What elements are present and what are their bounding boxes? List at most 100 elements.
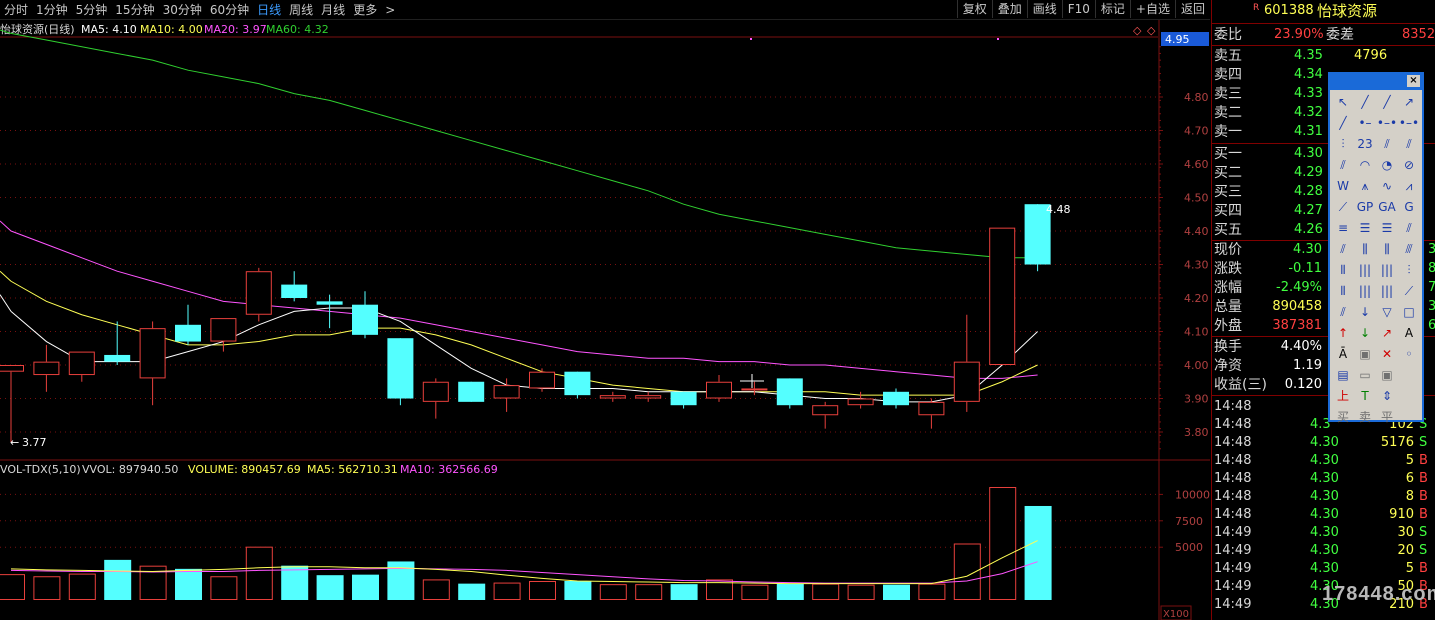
kline-chart[interactable]: 怡球资源(日线) MA5: 4.10 MA10: 4.00 MA20: 3.97… [0, 20, 1210, 620]
draw-tool-icon[interactable]: 买 [1332, 407, 1354, 428]
toolbox-titlebar[interactable]: × [1330, 74, 1422, 90]
draw-tool-icon[interactable]: ↑ [1332, 323, 1354, 344]
draw-tool-icon[interactable]: 上 [1332, 386, 1354, 407]
draw-tool-icon[interactable]: ⫴ [1332, 260, 1354, 281]
volume-bar-down [670, 584, 698, 600]
period-tab[interactable]: 日线 [253, 2, 285, 18]
draw-tool-icon[interactable]: ⫽ [1398, 218, 1420, 239]
draw-tool-icon[interactable]: ⫼ [1354, 239, 1376, 260]
draw-tool-icon[interactable]: ⫶ [1398, 260, 1420, 281]
period-tab[interactable]: 分时 [0, 2, 32, 18]
draw-tool-icon[interactable]: ⊘ [1398, 155, 1420, 176]
draw-tool-icon[interactable]: ||| [1376, 281, 1398, 302]
period-tab[interactable]: 60分钟 [206, 2, 253, 18]
draw-tool-icon[interactable]: ⫼ [1376, 239, 1398, 260]
draw-tool-icon[interactable]: ∿ [1376, 176, 1398, 197]
period-tab[interactable]: 30分钟 [159, 2, 206, 18]
draw-tool-icon[interactable]: ⫽ [1332, 239, 1354, 260]
draw-tool-icon[interactable]: A [1398, 323, 1420, 344]
draw-tool-icon[interactable]: ≡ [1332, 218, 1354, 239]
period-tab[interactable]: 15分钟 [111, 2, 158, 18]
draw-tool-icon[interactable]: ⟋ [1332, 197, 1354, 218]
draw-tool-icon[interactable]: •–• [1398, 113, 1420, 134]
draw-tool-icon[interactable]: ◠ [1354, 155, 1376, 176]
draw-tool-icon[interactable]: ⇕ [1376, 386, 1398, 407]
draw-tool-icon[interactable]: Ā [1332, 344, 1354, 365]
draw-tool-icon[interactable]: ▤ [1332, 365, 1354, 386]
draw-tool-icon[interactable]: GA [1376, 197, 1398, 218]
period-tab[interactable]: 1分钟 [32, 2, 72, 18]
tool-button[interactable]: +自选 [1129, 0, 1175, 18]
draw-tool-icon[interactable]: ⫻ [1398, 239, 1420, 260]
draw-tool-icon[interactable]: □ [1398, 302, 1420, 323]
tick-time: 14:48 [1214, 435, 1252, 450]
period-tab[interactable]: 月线 [317, 2, 349, 18]
draw-tool-icon[interactable]: GP [1354, 197, 1376, 218]
tool-button[interactable]: F10 [1061, 0, 1095, 18]
tool-button[interactable]: 叠加 [991, 0, 1027, 18]
candle-up [741, 388, 768, 391]
candle-up [953, 361, 980, 402]
volume-bar-down [1024, 505, 1052, 600]
draw-tool-icon[interactable]: ↓ [1354, 302, 1376, 323]
draw-tool-icon[interactable]: ╱ [1332, 113, 1354, 134]
draw-tool-icon[interactable]: ↓ [1354, 323, 1376, 344]
draw-tool-icon[interactable] [1398, 407, 1420, 428]
drawing-toolbox[interactable]: × ↖ ╱ ╱ ↗ ╱ •– •–• •–• ⫶ 23 ⫽ ⫽ ⫽ ◠ ◔ ⊘ W ⩚ ∿ ⩘ ⟋ GP GA G ≡ ☰ ☰ ⫽ ⫽ ⫼… [1328, 72, 1424, 424]
draw-tool-icon[interactable]: ⫽ [1398, 134, 1420, 155]
draw-tool-icon[interactable]: ||| [1354, 260, 1376, 281]
draw-tool-icon[interactable]: ⫽ [1332, 155, 1354, 176]
draw-tool-icon[interactable]: G [1398, 197, 1420, 218]
draw-tool-icon[interactable]: ▣ [1354, 344, 1376, 365]
tick-price: 4.30 [1310, 525, 1339, 540]
volume-legend: VOLUME: 890457.69 [188, 463, 301, 476]
volume-bar-up [635, 584, 663, 600]
candle-up [33, 361, 60, 376]
draw-tool-icon[interactable]: W [1332, 176, 1354, 197]
close-icon[interactable]: × [1407, 75, 1420, 87]
period-tab[interactable]: 5分钟 [72, 2, 112, 18]
draw-tool-icon[interactable]: 平 [1376, 407, 1398, 428]
draw-tool-icon[interactable]: ⫽ [1376, 134, 1398, 155]
period-tab[interactable]: 周线 [285, 2, 317, 18]
tool-button[interactable]: 标记 [1094, 0, 1130, 18]
draw-tool-icon[interactable]: ▽ [1376, 302, 1398, 323]
more-arrow-icon[interactable]: > [381, 2, 399, 18]
draw-tool-icon[interactable]: 卖 [1354, 407, 1376, 428]
draw-tool-icon[interactable]: T [1354, 386, 1376, 407]
draw-tool-icon[interactable]: ▣ [1376, 365, 1398, 386]
draw-tool-icon[interactable]: ⩚ [1354, 176, 1376, 197]
price-tick-label: 4.40 [1184, 225, 1209, 238]
draw-tool-icon[interactable]: ⩘ [1398, 176, 1420, 197]
vol-ma10-legend: MA10: 362566.69 [400, 463, 498, 476]
draw-tool-icon[interactable]: ◔ [1376, 155, 1398, 176]
draw-tool-icon[interactable]: ↗ [1376, 323, 1398, 344]
draw-tool-icon[interactable]: ||| [1354, 281, 1376, 302]
period-tab[interactable]: 更多 [349, 2, 381, 18]
draw-tool-icon[interactable]: ||| [1376, 260, 1398, 281]
draw-tool-icon[interactable]: •–• [1376, 113, 1398, 134]
tool-button[interactable]: 复权 [956, 0, 992, 18]
draw-tool-icon[interactable]: ◦ [1398, 344, 1420, 365]
draw-tool-icon[interactable] [1398, 365, 1420, 386]
draw-tool-icon[interactable]: ✕ [1376, 344, 1398, 365]
price-tick-label: 4.20 [1184, 292, 1209, 305]
draw-tool-icon[interactable]: ▭ [1354, 365, 1376, 386]
draw-tool-icon[interactable]: ↗ [1398, 92, 1420, 113]
draw-tool-icon[interactable]: ☰ [1376, 218, 1398, 239]
draw-tool-icon[interactable]: ⫽ [1332, 302, 1354, 323]
draw-tool-icon[interactable]: ╱ [1376, 92, 1398, 113]
draw-tool-icon[interactable]: ⫴ [1332, 281, 1354, 302]
draw-tool-icon[interactable]: ☰ [1354, 218, 1376, 239]
draw-tool-icon[interactable] [1398, 386, 1420, 407]
bid-price: 4.26 [1294, 222, 1323, 237]
bid-price: 4.29 [1294, 165, 1323, 180]
draw-tool-icon[interactable]: 23 [1354, 134, 1376, 155]
draw-tool-icon[interactable]: ↖ [1332, 92, 1354, 113]
draw-tool-icon[interactable]: ╱ [1354, 92, 1376, 113]
tool-button[interactable]: 画线 [1026, 0, 1062, 18]
tool-button[interactable]: 返回 [1174, 0, 1210, 18]
draw-tool-icon[interactable]: ⫶ [1332, 134, 1354, 155]
draw-tool-icon[interactable]: •– [1354, 113, 1376, 134]
draw-tool-icon[interactable]: ⟋ [1398, 281, 1420, 302]
